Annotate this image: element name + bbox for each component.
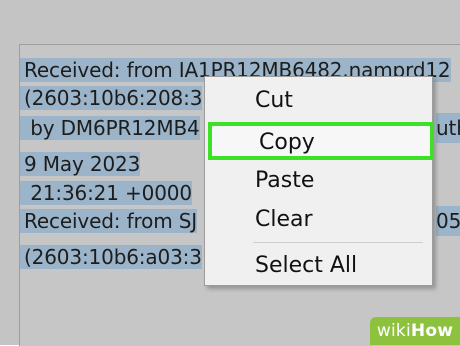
- selected-text: (2603:10b6:208:3: [20, 86, 202, 110]
- selected-text: Received: from SJ: [20, 209, 197, 233]
- watermark-wiki: wiki: [376, 321, 411, 341]
- watermark-how: How: [410, 321, 454, 341]
- selected-text: 21:36:21 +0000: [20, 181, 192, 205]
- text-line: by DM6PR12MB4 uth: [20, 113, 460, 143]
- text-window: Received: from IA1PR12MB6482.namprd12 (2…: [0, 0, 460, 346]
- selected-text: by DM6PR12MB4: [20, 116, 200, 140]
- menu-item-select-all[interactable]: Select All: [205, 248, 432, 284]
- selected-text-fragment: uth: [436, 113, 460, 143]
- wikihow-logo: wikiHow: [370, 317, 460, 345]
- text-line: (2603:10b6:208:3: [20, 83, 202, 113]
- selected-text: 9 May 2023: [20, 152, 140, 176]
- menu-item-cut[interactable]: Cut: [205, 83, 432, 119]
- text-line: (2603:10b6:a03:3: [20, 242, 202, 272]
- menu-item-copy[interactable]: Copy: [208, 122, 434, 160]
- menu-item-clear[interactable]: Clear: [205, 202, 432, 238]
- text-line: Received: from SJ 05: [20, 206, 460, 236]
- context-menu: Cut Copy Paste Clear Select All: [204, 76, 434, 286]
- text-line: 9 May 2023: [20, 149, 140, 179]
- text-line: 21:36:21 +0000: [20, 178, 192, 208]
- menu-item-paste[interactable]: Paste: [205, 163, 432, 199]
- selected-text: (2603:10b6:a03:3: [20, 245, 202, 269]
- selected-text-fragment: 05: [436, 206, 460, 236]
- menu-separator: [253, 242, 423, 243]
